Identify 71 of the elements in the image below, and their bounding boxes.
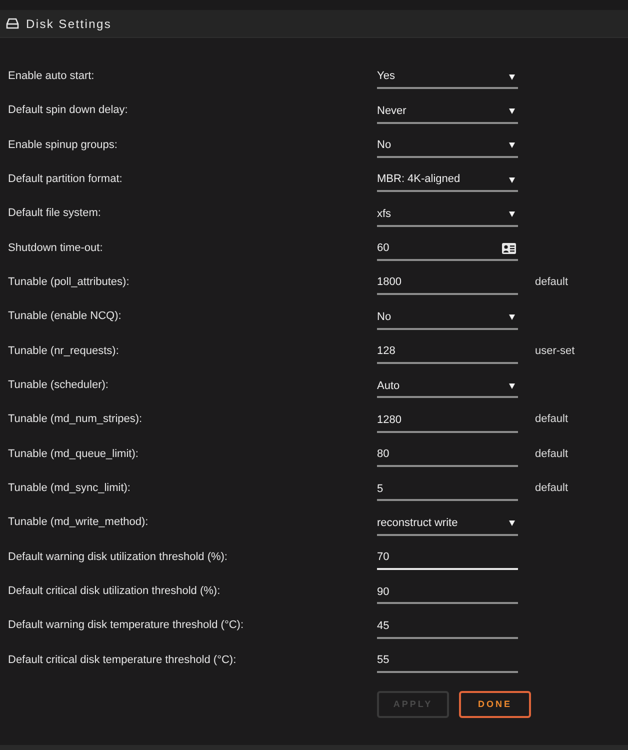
field-value: 128 <box>377 344 396 360</box>
setting-label: Enable spinup groups: <box>7 138 118 153</box>
setting-label: Tunable (enable NCQ): <box>7 309 122 324</box>
select-field[interactable]: No <box>377 132 518 158</box>
select-field[interactable]: Yes <box>377 63 518 90</box>
setting-label: Default spin down delay: <box>7 103 129 118</box>
field-value: 1800 <box>377 275 402 290</box>
field-value: 60 <box>377 241 390 256</box>
input-field[interactable]: 128 <box>377 338 518 364</box>
setting-label: Enable auto start: <box>7 68 96 84</box>
caret-icon <box>509 211 515 218</box>
setting-note: default <box>535 274 568 290</box>
select-field[interactable]: MBR: 4K-aligned <box>377 166 518 192</box>
setting-note: default <box>535 412 568 428</box>
setting-note: default <box>535 481 568 496</box>
input-field[interactable]: 90 <box>377 578 518 604</box>
caret-icon <box>509 314 515 320</box>
setting-label: Default warning disk temperature threshold (°C): <box>7 618 245 634</box>
setting-label: Shutdown time-out: <box>7 240 104 256</box>
select-field[interactable]: Auto <box>377 372 518 398</box>
setting-label: Tunable (scheduler): <box>7 378 110 394</box>
field-value: No <box>377 138 392 154</box>
field-value: 90 <box>377 584 390 600</box>
setting-label: Tunable (nr_requests): <box>7 344 120 359</box>
input-field[interactable]: 55 <box>377 647 518 674</box>
caret-icon <box>509 74 515 80</box>
field-value: 80 <box>377 447 390 462</box>
id-card-icon[interactable] <box>502 242 516 254</box>
select-field[interactable]: xfs <box>377 200 518 227</box>
input-field[interactable]: 1800 <box>377 269 518 296</box>
input-field[interactable]: 80 <box>377 440 518 467</box>
field-value: Never <box>377 104 406 119</box>
setting-label: Tunable (md_write_method): <box>7 515 150 530</box>
input-field[interactable]: 60 <box>377 234 518 261</box>
caret-icon <box>509 176 515 183</box>
select-field[interactable]: reconstruct write <box>377 510 518 536</box>
field-value: 45 <box>377 618 390 634</box>
setting-note: user-set <box>535 344 575 359</box>
field-value: 70 <box>377 550 390 566</box>
field-value: MBR: 4K-aligned <box>377 172 460 188</box>
field-value: Auto <box>377 378 400 394</box>
caret-icon <box>509 142 515 148</box>
panel-title: Disk Settings <box>26 16 112 32</box>
input-field[interactable]: 1280 <box>377 406 518 433</box>
setting-label: Tunable (md_queue_limit): <box>7 446 140 462</box>
action-button[interactable]: DONE <box>459 691 531 718</box>
input-field[interactable]: 5 <box>377 475 518 502</box>
setting-label: Default partition format: <box>7 172 124 187</box>
field-value: Yes <box>377 69 395 84</box>
field-value: xfs <box>377 206 392 222</box>
setting-label: Tunable (md_num_stripes): <box>7 412 144 428</box>
field-value: 1280 <box>377 412 402 428</box>
setting-label: Default critical disk temperature threshold (°C): <box>7 652 238 668</box>
field-value: reconstruct write <box>377 516 458 531</box>
input-field[interactable]: 45 <box>377 612 518 639</box>
setting-label: Default critical disk utilization threshold (%): <box>7 584 222 600</box>
input-field[interactable]: 70 <box>377 544 518 570</box>
select-field[interactable]: No <box>377 304 518 330</box>
caret-icon <box>509 382 515 389</box>
caret-icon <box>509 520 515 526</box>
caret-icon <box>509 108 515 114</box>
field-value: 55 <box>377 653 390 668</box>
setting-label: Default file system: <box>7 206 102 222</box>
setting-label: Tunable (md_sync_limit): <box>7 481 132 496</box>
field-value: 5 <box>377 482 384 497</box>
select-field[interactable]: Never <box>377 98 518 124</box>
disk-drive-icon <box>6 18 19 29</box>
field-value: No <box>377 310 392 325</box>
setting-label: Tunable (poll_attributes): <box>7 274 130 290</box>
setting-label: Default warning disk utilization threshold (%): <box>7 550 228 565</box>
setting-note: default <box>535 446 568 462</box>
